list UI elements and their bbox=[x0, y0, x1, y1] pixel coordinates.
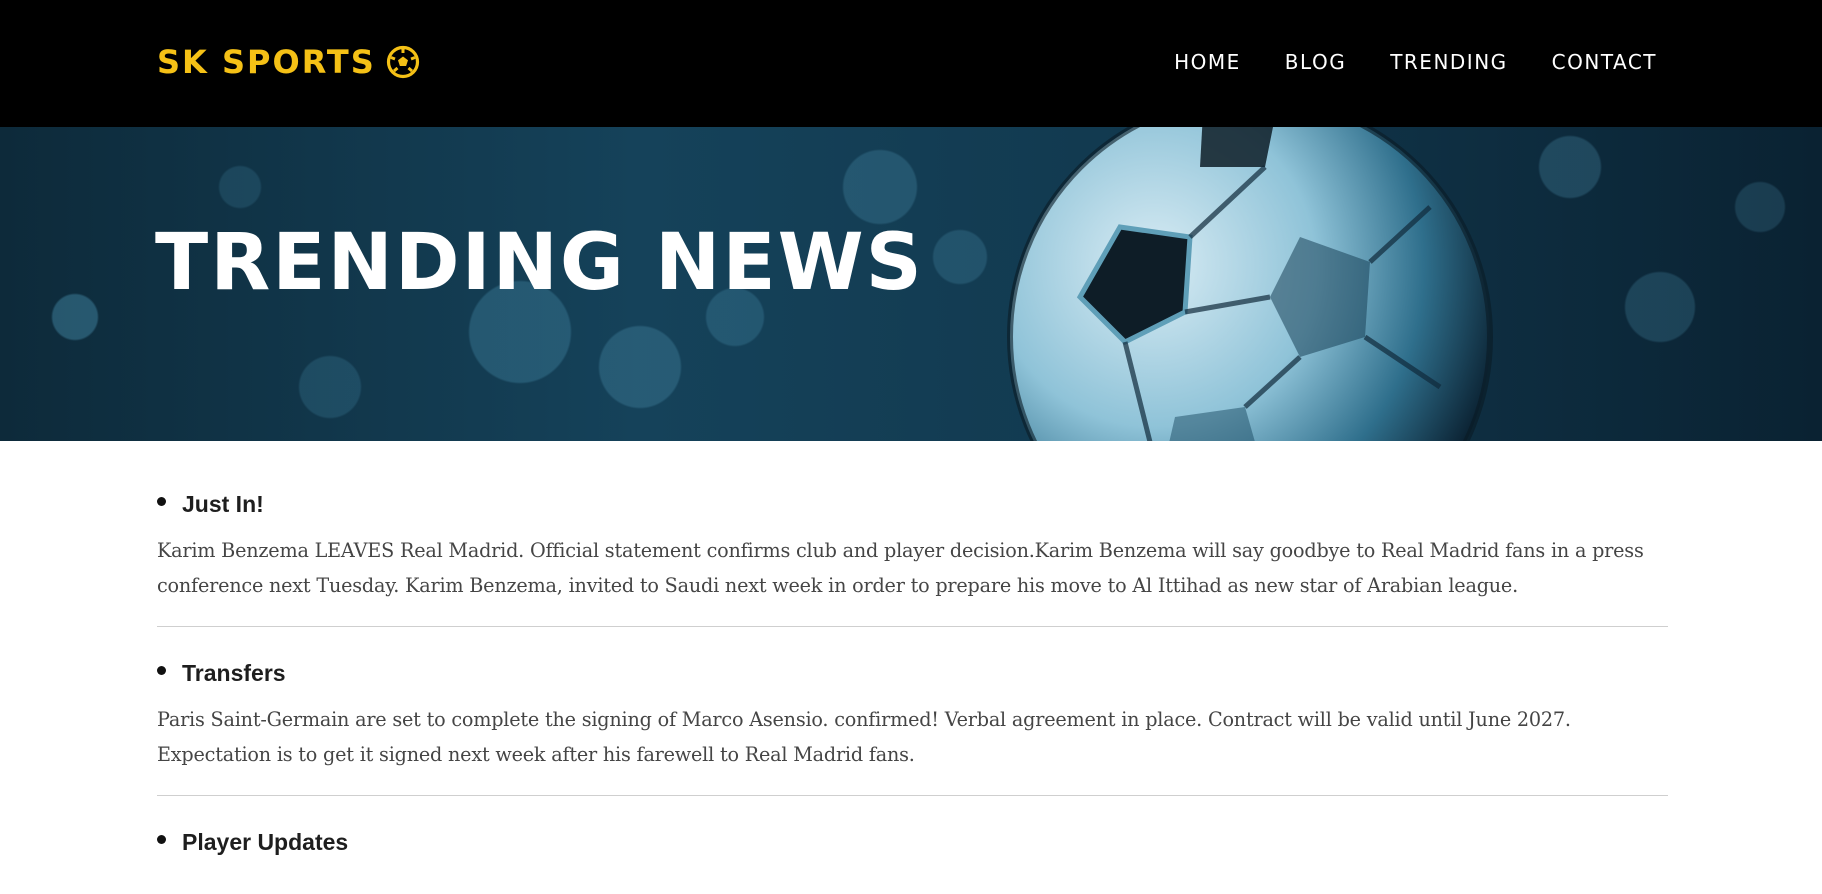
news-heading: Transfers bbox=[157, 658, 1668, 688]
hero-banner: TRENDING NEWS bbox=[0, 127, 1822, 441]
news-list: Just In! Karim Benzema LEAVES Real Madri… bbox=[157, 441, 1668, 894]
page-title: TRENDING NEWS bbox=[155, 218, 924, 308]
news-item: Just In! Karim Benzema LEAVES Real Madri… bbox=[157, 441, 1668, 627]
nav-contact-link[interactable]: CONTACT bbox=[1552, 48, 1657, 76]
news-item: Transfers Paris Saint-Germain are set to… bbox=[157, 627, 1668, 796]
news-heading: Just In! bbox=[157, 489, 1668, 519]
soccer-ball-image bbox=[1007, 127, 1493, 441]
news-body: Karim Benzema LEAVES Real Madrid. Offici… bbox=[157, 539, 1644, 597]
nav-blog-link[interactable]: BLOG bbox=[1285, 48, 1346, 76]
news-heading: Player Updates bbox=[157, 827, 1668, 857]
news-heading-text: Player Updates bbox=[182, 829, 349, 855]
top-navbar: SK SPORTS HOME BLOG TRENDING CONTACT bbox=[0, 0, 1822, 127]
bullet-icon bbox=[157, 834, 166, 844]
news-heading-text: Transfers bbox=[182, 660, 286, 686]
brand-logo-link[interactable]: SK SPORTS bbox=[157, 41, 420, 83]
news-heading-text: Just In! bbox=[182, 491, 264, 517]
main-nav: HOME BLOG TRENDING CONTACT bbox=[1174, 48, 1657, 76]
soccer-ball-icon bbox=[386, 45, 419, 79]
brand-name: SK SPORTS bbox=[157, 43, 376, 81]
news-item: Player Updates bbox=[157, 796, 1668, 894]
nav-trending-link[interactable]: TRENDING bbox=[1390, 48, 1507, 76]
news-body: Paris Saint-Germain are set to complete … bbox=[157, 708, 1571, 766]
nav-home-link[interactable]: HOME bbox=[1174, 48, 1241, 76]
bullet-icon bbox=[157, 665, 166, 675]
bullet-icon bbox=[157, 496, 166, 506]
